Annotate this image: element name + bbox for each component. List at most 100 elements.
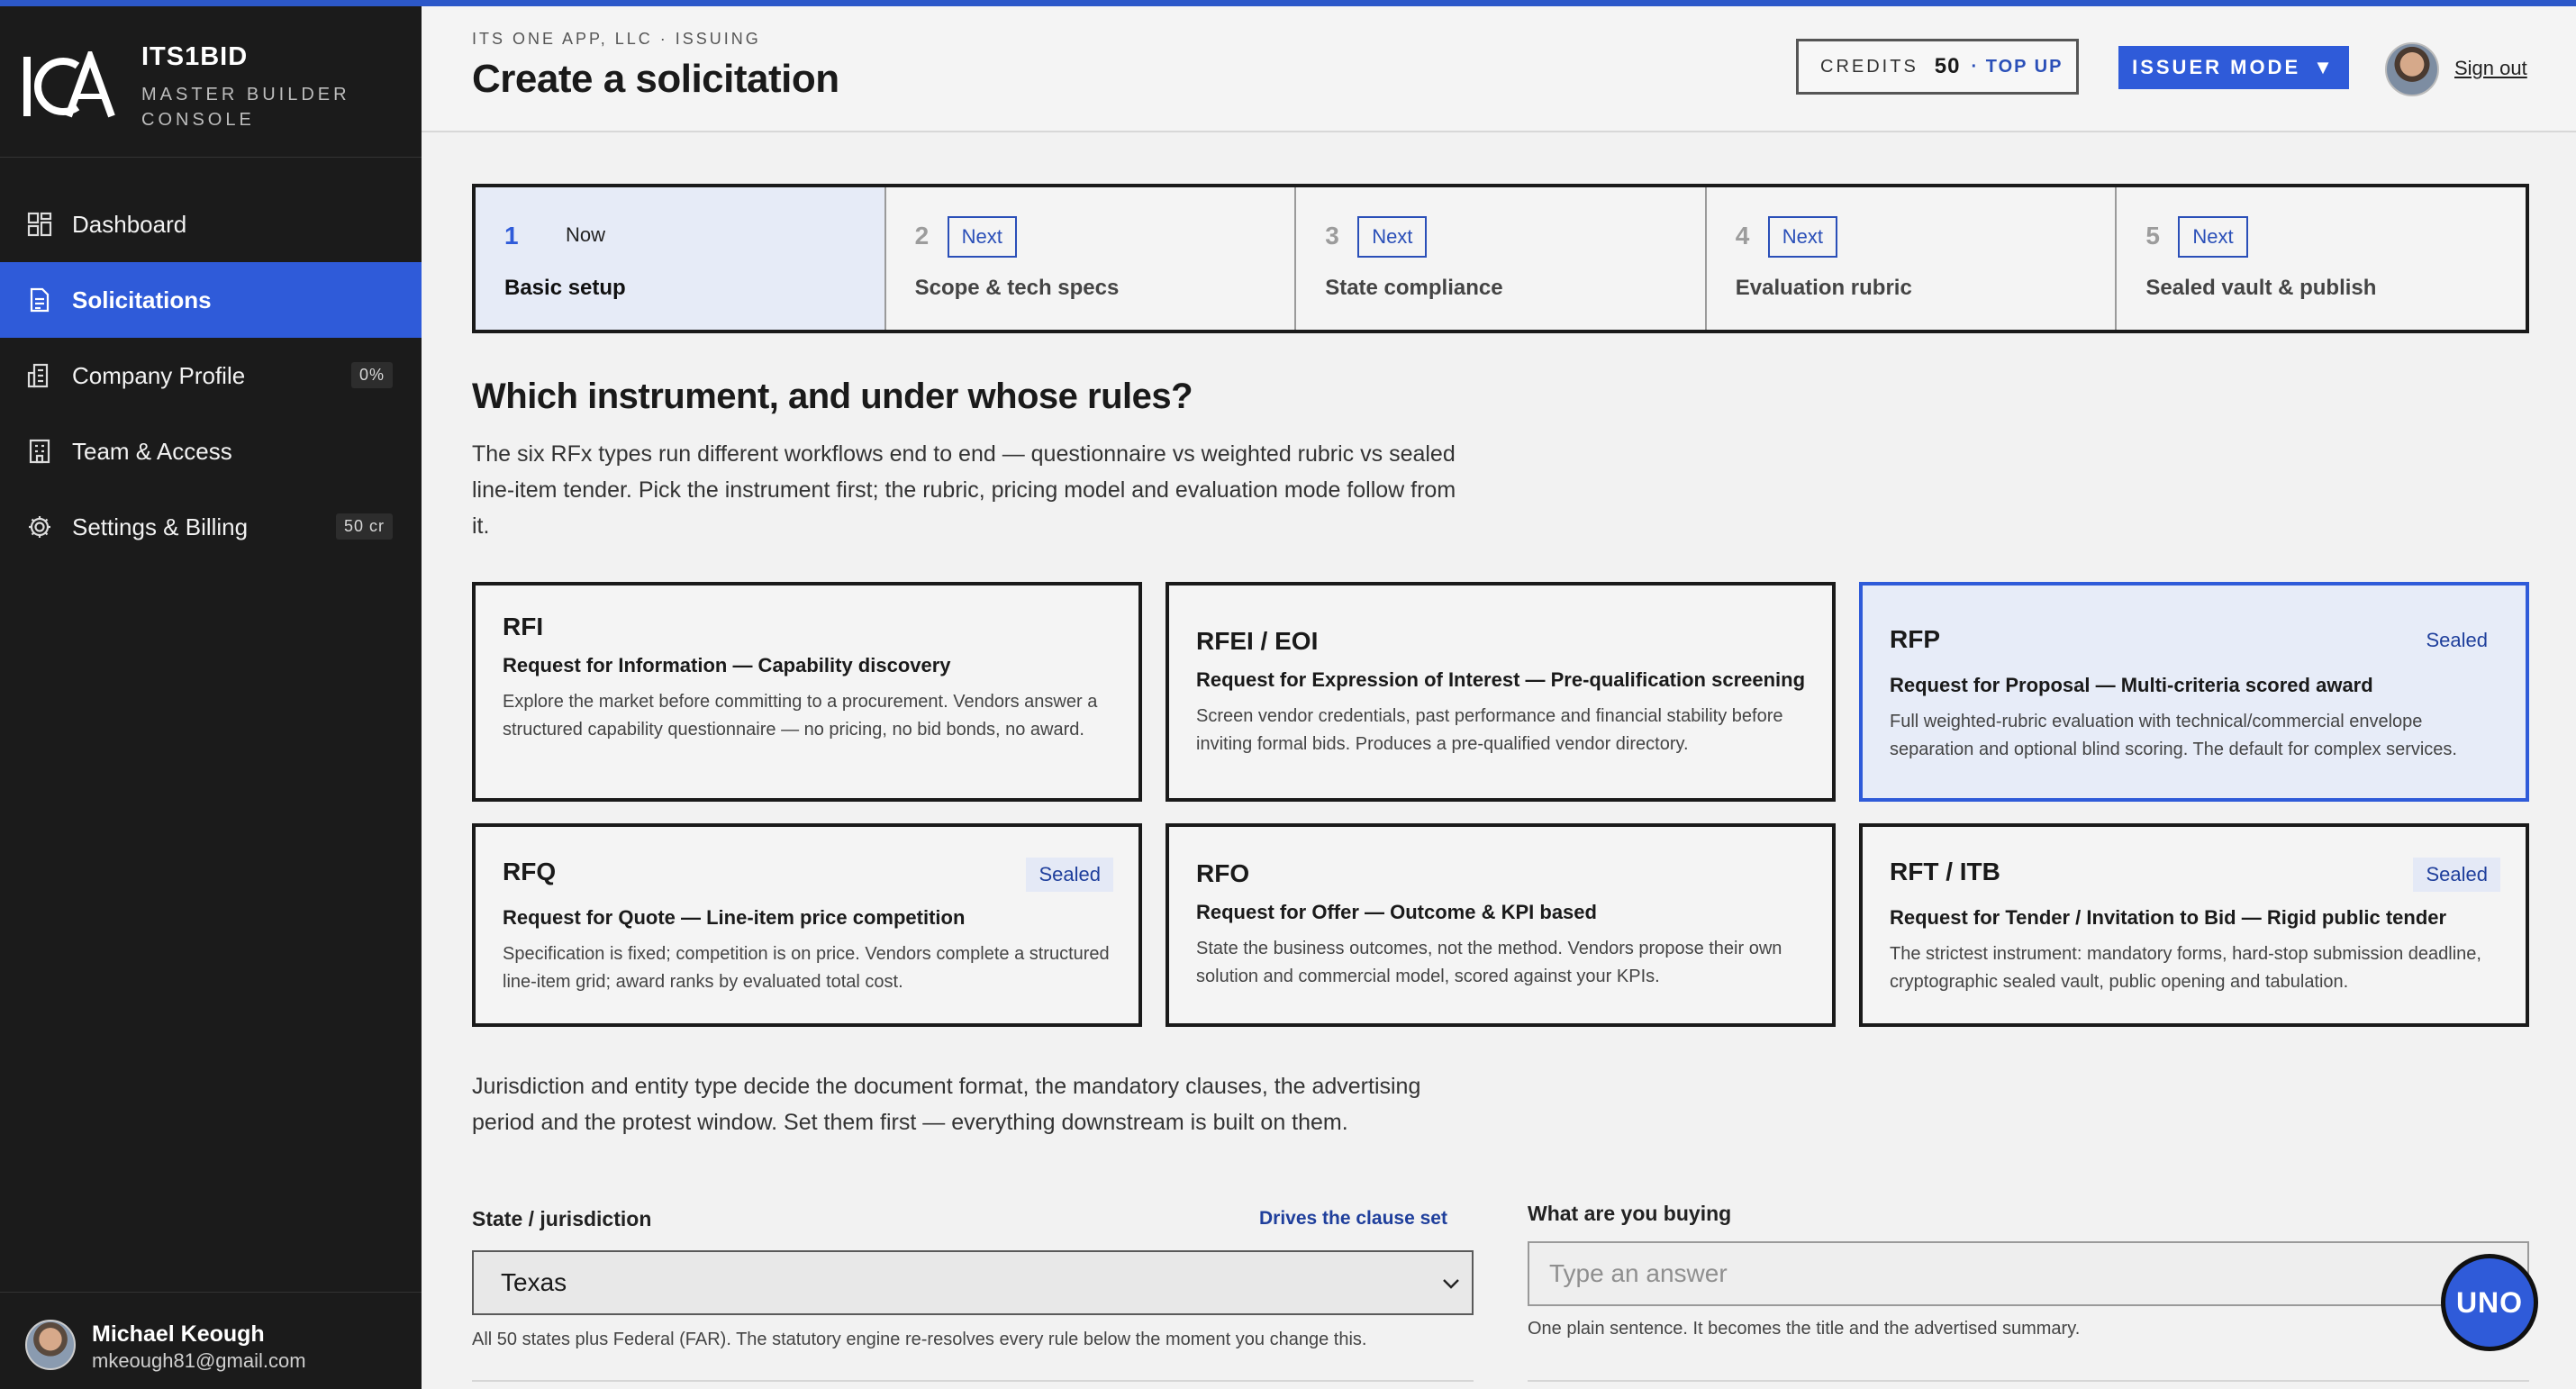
card-title: RFT / ITB	[1890, 858, 2000, 885]
instrument-card-rft-itb[interactable]: RFT / ITB Sealed Request for Tender / In…	[1859, 823, 2529, 1027]
sealed-badge: Sealed	[2413, 858, 2500, 892]
instrument-card-rfo[interactable]: RFO Request for Offer — Outcome & KPI ba…	[1166, 823, 1836, 1027]
instrument-card-rfi[interactable]: RFI Request for Information — Capability…	[472, 582, 1142, 802]
instrument-card-rfp[interactable]: RFP Sealed Request for Proposal — Multi-…	[1859, 582, 2529, 802]
uno-assistant-button[interactable]: UNO	[2441, 1254, 2538, 1351]
step-scope-tech-specs[interactable]: 2 Next Scope & tech specs	[886, 187, 1297, 330]
step-basic-setup[interactable]: 1 Now Basic setup	[476, 187, 886, 330]
profile-completion-badge: 0%	[350, 362, 393, 388]
step-label: Evaluation rubric	[1735, 276, 1912, 300]
user-profile[interactable]: Michael Keough mkeough81@gmail.com	[0, 1292, 422, 1389]
sign-out-link[interactable]: Sign out	[2454, 57, 2527, 80]
section-title: Which instrument, and under whose rules?	[472, 377, 1193, 416]
card-title: RFQ	[503, 858, 557, 885]
state-help-text: All 50 states plus Federal (FAR). The st…	[472, 1330, 1367, 1349]
credits-label: CREDITS	[1820, 56, 1918, 77]
card-description: Screen vendor credentials, past performa…	[1196, 706, 1783, 754]
sealed-badge: Sealed	[1026, 858, 1113, 892]
card-subtitle: Request for Expression of Interest — Pre…	[1196, 668, 1806, 691]
credits-badge: 50 cr	[335, 513, 393, 540]
step-number: 5	[2145, 222, 2160, 250]
card-title: RFEI / EOI	[1196, 627, 1319, 655]
sidebar-item-label: Solicitations	[72, 286, 212, 313]
step-sealed-vault-publish[interactable]: 5 Next Sealed vault & publish	[2117, 187, 2526, 330]
credits-box: CREDITS 50 · TOP UP	[1796, 39, 2079, 95]
card-description: The strictest instrument: mandatory form…	[1890, 944, 2481, 992]
card-title: RFO	[1196, 859, 1250, 887]
step-status: Next	[1357, 216, 1428, 258]
card-title: RFP	[1890, 625, 1940, 653]
caret-down-icon: ▼	[2313, 56, 2336, 78]
buying-help-text: One plain sentence. It becomes the title…	[1528, 1319, 2081, 1339]
buying-label: What are you buying	[1528, 1202, 1732, 1225]
instrument-card-rfei-eoi[interactable]: RFEI / EOI Request for Expression of Int…	[1166, 582, 1836, 802]
page-title: Create a solicitation	[472, 57, 839, 101]
sidebar-item-dashboard[interactable]: Dashboard	[0, 186, 422, 262]
page-header: ITS ONE APP, LLC · ISSUING Create a soli…	[422, 6, 2576, 132]
brand-subtitle: MASTER BUILDER CONSOLE	[141, 85, 350, 130]
card-subtitle: Request for Information — Capability dis…	[503, 654, 951, 676]
state-jurisdiction-label: State / jurisdiction	[472, 1207, 652, 1230]
card-subtitle: Request for Tender / Invitation to Bid —…	[1890, 906, 2447, 929]
step-evaluation-rubric[interactable]: 4 Next Evaluation rubric	[1707, 187, 2118, 330]
step-label: Scope & tech specs	[914, 276, 1120, 300]
wizard-stepper: 1 Now Basic setup 2 Next Scope & tech sp…	[472, 184, 2529, 333]
brand-name: ITS1BID	[141, 42, 249, 71]
section-description: The six RFx types run different workflow…	[472, 441, 1456, 539]
step-number: 2	[914, 222, 930, 250]
step-status: Next	[2178, 216, 2248, 258]
sidebar-item-solicitations[interactable]: Solicitations	[0, 262, 422, 338]
card-title: RFI	[503, 613, 544, 640]
brand-logo-icon[interactable]	[22, 51, 122, 122]
sidebar-nav: Dashboard Solicitations Company Profile …	[0, 186, 422, 565]
card-description: Specification is fixed; competition is o…	[503, 944, 1110, 992]
sidebar-item-team-access[interactable]: Team & Access	[0, 413, 422, 489]
credits-value: 50	[1934, 54, 1961, 78]
sidebar-item-settings-billing[interactable]: Settings & Billing 50 cr	[0, 489, 422, 565]
user-name: Michael Keough	[92, 1321, 265, 1347]
card-subtitle: Request for Proposal — Multi-criteria sc…	[1890, 674, 2373, 696]
top-accent-bar	[0, 0, 2576, 6]
top-up-link[interactable]: · TOP UP	[1972, 57, 2064, 77]
sidebar-item-label: Company Profile	[72, 361, 246, 389]
step-number: 3	[1325, 222, 1339, 250]
building-icon	[25, 361, 54, 390]
sealed-badge: Sealed	[2426, 629, 2488, 651]
step-number: 1	[504, 222, 519, 250]
sidebar-item-label: Team & Access	[72, 437, 232, 465]
card-description: Full weighted-rubric evaluation with tec…	[1890, 712, 2457, 759]
step-number: 4	[1735, 222, 1750, 250]
jurisdiction-description: Jurisdiction and entity type decide the …	[472, 1074, 1421, 1135]
instrument-card-rfq[interactable]: RFQ Sealed Request for Quote — Line-item…	[472, 823, 1142, 1027]
divider	[1528, 1380, 2529, 1382]
step-label: Sealed vault & publish	[2145, 276, 2377, 300]
issuer-mode-label: ISSUER MODE	[2132, 56, 2301, 78]
step-label: Basic setup	[504, 276, 626, 300]
card-description: Explore the market before committing to …	[503, 692, 1098, 740]
state-selected-value: Texas	[501, 1268, 567, 1296]
state-jurisdiction-select[interactable]: Texas	[472, 1250, 1474, 1315]
sidebar-item-company-profile[interactable]: Company Profile 0%	[0, 338, 422, 413]
step-status: Next	[947, 216, 1017, 258]
sidebar-item-label: Settings & Billing	[72, 513, 249, 540]
step-status: Now	[566, 223, 606, 246]
buying-input[interactable]: Type an answer	[1528, 1241, 2529, 1306]
breadcrumb: ITS ONE APP, LLC · ISSUING	[472, 30, 761, 48]
card-subtitle: Request for Quote — Line-item price comp…	[503, 906, 966, 929]
divider	[472, 1380, 1474, 1382]
card-subtitle: Request for Offer — Outcome & KPI based	[1196, 901, 1597, 923]
avatar	[25, 1320, 76, 1370]
office-icon	[25, 437, 54, 466]
chevron-down-icon	[1443, 1279, 1459, 1289]
avatar[interactable]	[2385, 42, 2439, 96]
step-state-compliance[interactable]: 3 Next State compliance	[1296, 187, 1707, 330]
gear-icon	[25, 513, 54, 541]
sidebar: ITS1BID MASTER BUILDER CONSOLE Dashboard…	[0, 6, 422, 1389]
step-status: Next	[1767, 216, 1838, 258]
sidebar-item-label: Dashboard	[72, 210, 187, 238]
issuer-mode-button[interactable]: ISSUER MODE ▼	[2118, 46, 2349, 89]
buying-placeholder: Type an answer	[1549, 1259, 1728, 1287]
brand: ITS1BID MASTER BUILDER CONSOLE	[0, 6, 422, 158]
grid-icon	[25, 210, 54, 239]
card-description: State the business outcomes, not the met…	[1196, 939, 1782, 986]
